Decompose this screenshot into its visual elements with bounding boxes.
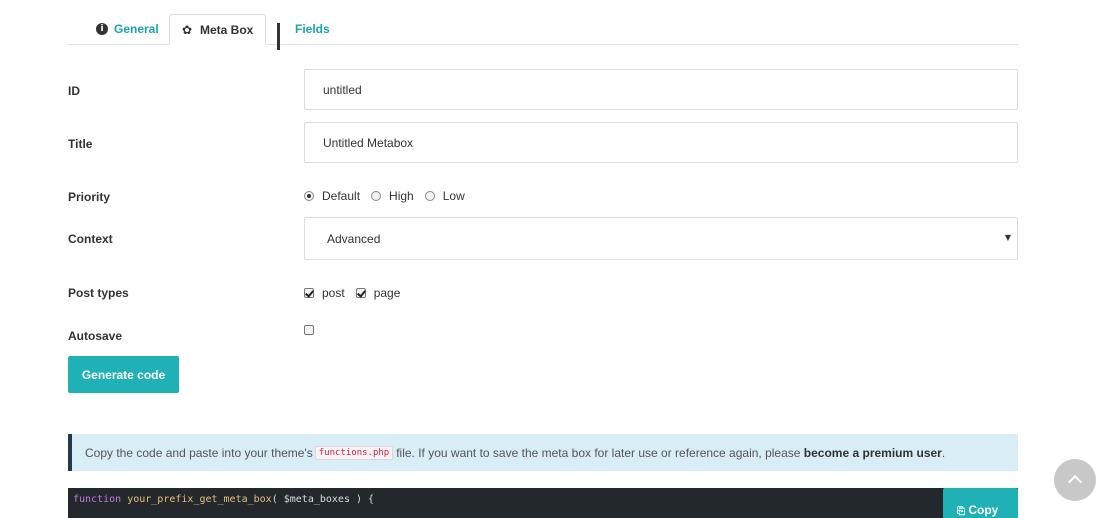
post-types-group: post page [304,286,411,300]
gear-icon: ✿ [182,22,193,37]
tab-fields-label: Fields [295,22,330,36]
tab-bar: i General ✿ Meta Box Fields [68,14,1018,50]
priority-label: Priority [68,190,111,204]
info-icon: i [96,23,108,35]
priority-option-label: Default [322,189,361,203]
notice-text: file. If you want to save the meta box f… [396,445,801,460]
context-select[interactable]: Advanced ▼ [304,217,1018,260]
premium-user-link[interactable]: become a premium user [804,446,942,460]
autosave-label: Autosave [68,329,123,343]
priority-option-label: High [389,189,414,203]
generate-code-button[interactable]: Generate code [68,356,179,393]
info-notice: Copy the code and paste into your theme'… [68,434,1018,471]
priority-radio-high[interactable] [371,191,382,201]
title-label: Title [68,137,93,151]
notice-end: . [941,445,946,460]
tab-general-label: General [114,22,159,36]
priority-radio-low[interactable] [424,191,435,201]
title-input[interactable] [304,122,1018,163]
autosave-group [304,325,322,335]
tab-meta-box[interactable]: ✿ Meta Box [169,14,267,45]
context-select-value: Advanced [327,231,381,246]
code-rest: ( $meta_boxes ) { [271,494,375,505]
grid-icon [277,23,289,50]
autosave-checkbox[interactable] [304,325,314,335]
priority-radio-group: Default High Low [304,189,476,203]
code-function-name: your_prefix_get_meta_box [127,494,272,505]
post-type-label: page [373,286,401,300]
code-keyword: function [73,494,122,505]
priority-option-label: Low [442,189,465,203]
copy-icon: ⎘ [957,506,965,517]
id-input[interactable] [304,69,1018,110]
code-block: function your_prefix_get_meta_box( $meta… [68,488,1018,518]
tab-general[interactable]: i General [84,14,171,44]
tab-fields[interactable]: Fields [265,14,342,50]
caret-down-icon: ▼ [1004,233,1011,242]
id-label: ID [68,84,80,98]
copy-button-label: Copy [968,503,999,517]
notice-text: Copy the code and paste into your theme'… [85,445,313,460]
post-types-label: Post types [68,286,129,300]
post-type-post-checkbox[interactable] [304,288,314,298]
functions-php-code: functions.php [314,445,394,460]
priority-radio-default[interactable] [304,191,314,201]
tab-meta-box-label: Meta Box [200,22,254,37]
context-label: Context [68,232,113,246]
scroll-to-top-button[interactable] [1054,459,1096,501]
copy-button[interactable]: ⎘ Copy [943,488,1018,518]
post-type-page-checkbox[interactable] [355,288,366,298]
post-type-label: post [322,286,345,300]
